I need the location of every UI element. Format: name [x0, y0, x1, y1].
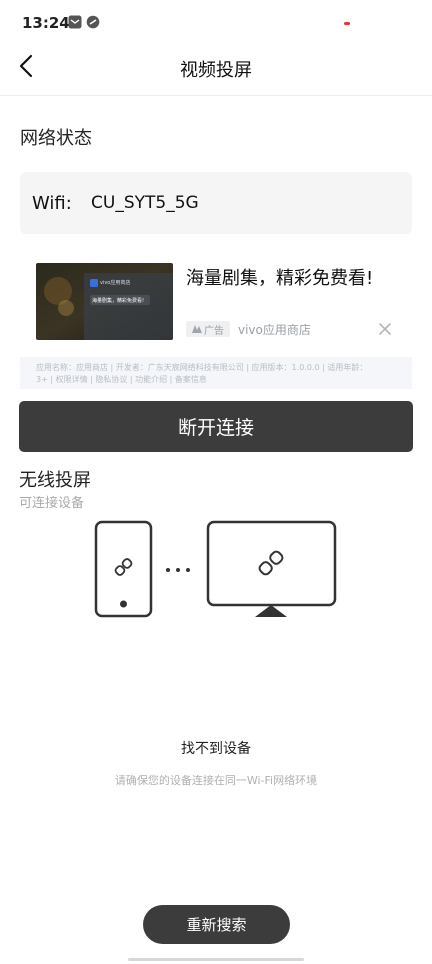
wifi-info-card [20, 172, 412, 234]
disconnect-button[interactable]: 断开连接 [19, 401, 413, 452]
ad-image-app-name: vivo应用商店 [100, 280, 131, 286]
same-network-hint: 请确保您的设备连接在同一Wi-Fi网络环境 [114, 774, 318, 787]
ad-badge-label: 广告 [204, 325, 224, 337]
ad-app-info[interactable]: 应用名称：应用商店 | 开发者：广东天宸网络科技有限公司 | 应用版本：1.0.… [20, 357, 412, 389]
ad-title[interactable]: 海量剧集，精彩免费看! [186, 264, 373, 290]
app-notification-icon [86, 15, 100, 29]
cast-diagram [94, 520, 338, 620]
ad-info-line-2: 3+ | 权限详情 | 隐私协议 | 功能介绍 | 备案信息 [36, 375, 207, 384]
ad-image[interactable]: vivo应用商店 海量剧集，精彩免费看! [36, 263, 173, 340]
page-title: 视频投屏 [180, 60, 252, 81]
no-devices-found: 找不到设备 [181, 741, 251, 757]
ad-info-line-1: 应用名称：应用商店 | 开发者：广东天宸网络科技有限公司 | 应用版本：1.0.… [36, 363, 368, 372]
phone-to-tv-illustration [94, 520, 337, 618]
wireless-cast-title: 无线投屏 [19, 470, 91, 491]
status-time: 13:24 [22, 14, 70, 32]
wifi-ssid: CU_SYT5_5G [91, 193, 199, 213]
ad-logo-icon [192, 325, 202, 333]
network-status-label: 网络状态 [20, 128, 92, 149]
available-devices-label: 可连接设备 [19, 496, 85, 511]
ad-badge: 广告 [186, 321, 230, 337]
wifi-label: Wifi: [32, 193, 72, 214]
research-button[interactable]: 重新搜索 [143, 905, 290, 944]
home-indicator[interactable] [128, 958, 304, 961]
ad-image-caption: 海量剧集，精彩免费看! [92, 298, 145, 304]
close-icon[interactable] [377, 321, 393, 337]
ad-source: vivo应用商店 [238, 323, 311, 337]
mail-notification-icon [68, 15, 82, 29]
status-indicator-dot [344, 22, 350, 25]
header-divider [0, 95, 432, 96]
